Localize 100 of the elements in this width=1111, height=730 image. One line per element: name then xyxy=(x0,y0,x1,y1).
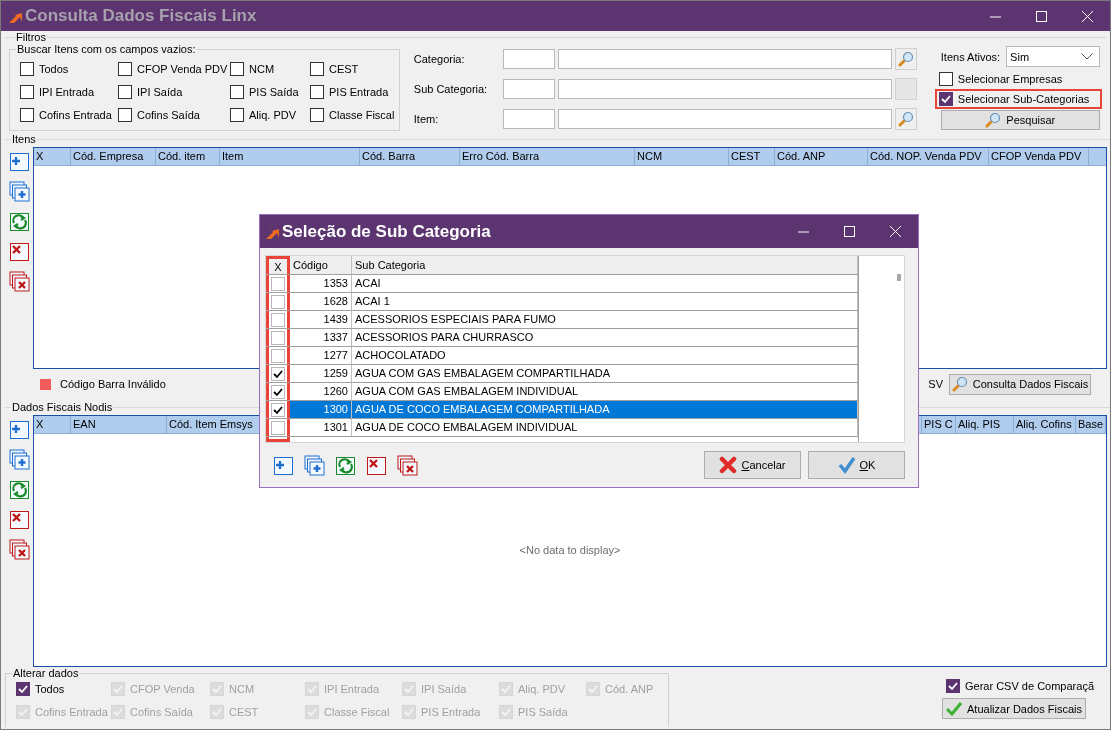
code-field[interactable] xyxy=(502,79,555,99)
column-header[interactable]: Aliq. Cofins xyxy=(1014,416,1076,433)
delete-icon[interactable] xyxy=(366,454,387,476)
search-icon xyxy=(897,110,914,127)
checkbox[interactable] xyxy=(271,384,285,399)
checkbox[interactable] xyxy=(310,85,324,99)
scrollbar-thumb[interactable] xyxy=(897,274,901,281)
description-field[interactable] xyxy=(557,108,892,129)
refresh-icon[interactable] xyxy=(335,454,356,476)
add-icon[interactable] xyxy=(8,151,30,172)
column-header[interactable]: Código xyxy=(290,256,352,274)
cancel-button[interactable]: Cancelar xyxy=(704,451,801,479)
checkbox[interactable] xyxy=(20,108,34,122)
column-header[interactable]: CFOP Venda PDV xyxy=(989,148,1089,165)
list-row[interactable]: 1439 ACESSORIOS ESPECIAIS PARA FUMO xyxy=(266,311,858,329)
checkmark-icon xyxy=(946,701,963,716)
code-field[interactable] xyxy=(502,49,555,70)
delete-multiple-icon[interactable] xyxy=(8,539,30,560)
checkbox[interactable] xyxy=(118,85,132,99)
list-row[interactable]: 1628 ACAI 1 xyxy=(266,293,858,311)
maximize-icon[interactable] xyxy=(1035,10,1047,22)
checkbox-label: PIS Saída xyxy=(518,706,568,718)
update-button[interactable]: Atualizar Dados Fiscais xyxy=(942,698,1086,719)
checkbox-label: Gerar CSV de Comparaçã xyxy=(965,680,1094,692)
chevron-down-icon xyxy=(1081,53,1094,60)
list-row[interactable]: 1260 AGUA COM GAS EMBALAGEM INDIVIDUAL xyxy=(266,383,858,401)
add-multiple-icon[interactable] xyxy=(8,181,30,202)
checkbox[interactable] xyxy=(938,72,953,86)
delete-icon[interactable] xyxy=(8,509,30,530)
list-row[interactable]: 1337 ACESSORIOS PARA CHURRASCO xyxy=(266,329,858,347)
group-label: Dados Fiscais Nodis xyxy=(11,401,114,413)
column-header[interactable]: Sub Categoria xyxy=(352,256,858,274)
legend-label: SV xyxy=(928,378,943,390)
column-header[interactable]: Cód. Barra xyxy=(360,148,460,165)
checkbox[interactable] xyxy=(271,312,285,327)
query-button[interactable]: Consulta Dados Fiscais xyxy=(949,373,1091,395)
column-header[interactable]: Erro Cód. Barra xyxy=(460,148,635,165)
checkbox[interactable] xyxy=(938,92,953,106)
checkbox[interactable] xyxy=(271,276,285,291)
checkbox[interactable] xyxy=(20,85,34,99)
checkbox[interactable] xyxy=(271,420,285,435)
search-button[interactable] xyxy=(894,48,917,71)
column-header[interactable]: PIS C xyxy=(922,416,956,433)
column-header[interactable]: Cód. Empresa xyxy=(71,148,156,165)
delete-multiple-icon[interactable] xyxy=(397,454,418,476)
column-header[interactable]: X xyxy=(34,416,71,433)
delete-multiple-icon[interactable] xyxy=(8,271,30,292)
checkbox[interactable] xyxy=(230,108,244,122)
column-header[interactable]: Base xyxy=(1076,416,1106,433)
checkbox[interactable] xyxy=(230,85,244,99)
active-items-select[interactable]: Sim xyxy=(1006,46,1101,67)
list-row[interactable]: 1277 ACHOCOLATADO xyxy=(266,347,858,365)
checkbox[interactable] xyxy=(20,62,34,76)
list-row[interactable]: 1301 AGUA DE COCO EMBALAGEM INDIVIDUAL xyxy=(266,419,858,437)
description-field[interactable] xyxy=(557,79,892,99)
checkbox[interactable] xyxy=(310,62,324,76)
checkbox[interactable] xyxy=(118,62,132,76)
delete-icon[interactable] xyxy=(8,241,30,262)
table-cell: AGUA COM GAS EMBALAGEM INDIVIDUAL xyxy=(352,383,858,400)
add-multiple-icon[interactable] xyxy=(304,454,325,476)
refresh-icon[interactable] xyxy=(8,479,30,500)
checkbox[interactable] xyxy=(230,62,244,76)
column-header[interactable]: Cód. ANP xyxy=(775,148,868,165)
checkbox[interactable] xyxy=(16,682,30,696)
column-header[interactable]: Aliq. PIS xyxy=(956,416,1014,433)
column-header[interactable]: Item xyxy=(220,148,360,165)
code-field[interactable] xyxy=(502,108,555,129)
ok-button[interactable]: OK xyxy=(808,451,905,479)
column-header[interactable]: EAN xyxy=(71,416,167,433)
checkbox[interactable] xyxy=(271,330,285,345)
list-row[interactable]: 1259 AGUA COM GAS EMBALAGEM COMPARTILHADA xyxy=(266,365,858,383)
column-header[interactable]: CEST xyxy=(729,148,775,165)
column-header[interactable]: Cód. item xyxy=(156,148,220,165)
checkbox-label: PIS Entrada xyxy=(421,706,481,718)
add-icon[interactable] xyxy=(8,419,30,440)
search-button[interactable] xyxy=(894,107,917,130)
legend-label: Código Barra Inválido xyxy=(60,378,166,390)
column-header[interactable]: X xyxy=(34,148,71,165)
maximize-icon[interactable] xyxy=(843,226,855,237)
checkbox[interactable] xyxy=(271,348,285,363)
close-icon[interactable] xyxy=(889,226,901,237)
checkbox[interactable] xyxy=(271,366,285,381)
column-header[interactable]: Cód. NOP. Venda PDV xyxy=(868,148,989,165)
checkbox[interactable] xyxy=(271,294,285,309)
checkbox[interactable] xyxy=(271,402,285,417)
list-row[interactable]: 1300 AGUA DE COCO EMBALAGEM COMPARTILHADA xyxy=(266,401,858,419)
checkbox[interactable] xyxy=(310,108,324,122)
search-button[interactable]: Pesquisar xyxy=(940,110,1100,130)
column-header[interactable]: NCM xyxy=(635,148,729,165)
description-field[interactable] xyxy=(557,49,892,70)
add-icon[interactable] xyxy=(273,454,294,476)
checkbox[interactable] xyxy=(946,679,960,693)
checkbox-label: CEST xyxy=(229,706,259,718)
close-icon[interactable] xyxy=(1081,10,1093,22)
list-row[interactable]: 1353 ACAI xyxy=(266,275,858,293)
table-cell: ACHOCOLATADO xyxy=(352,347,858,364)
table-cell: AGUA DE COCO EMBALAGEM COMPARTILHADA xyxy=(352,401,858,418)
add-multiple-icon[interactable] xyxy=(8,449,30,470)
checkbox[interactable] xyxy=(118,108,132,122)
refresh-icon[interactable] xyxy=(8,211,30,232)
